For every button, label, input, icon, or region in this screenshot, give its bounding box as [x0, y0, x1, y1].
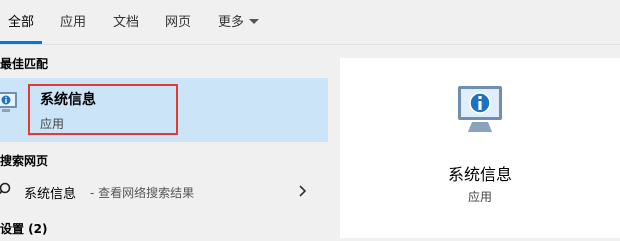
- tab-all[interactable]: 全部: [8, 11, 34, 30]
- section-heading-best-match: 最佳匹配: [0, 57, 49, 71]
- chevron-down-icon: [249, 19, 260, 24]
- detail-pane: 系统信息 应用: [340, 58, 620, 238]
- web-result-description: - 查看网络搜索结果: [90, 186, 195, 200]
- tab-more-label: 更多: [218, 15, 245, 30]
- tab-documents[interactable]: 文档: [113, 11, 139, 30]
- section-heading-web-search: 搜索网页: [0, 154, 49, 168]
- tab-more[interactable]: 更多: [218, 11, 260, 30]
- detail-subtitle: 应用: [467, 190, 492, 204]
- search-tab-bar: 全部 应用 文档 网页 更多: [0, 0, 620, 45]
- best-match-title: 系统信息: [40, 92, 96, 108]
- detail-content: 系统信息 应用: [270, 58, 620, 238]
- detail-title: 系统信息: [447, 165, 512, 184]
- tab-apps[interactable]: 应用: [60, 11, 86, 30]
- best-match-subtitle: 应用: [40, 117, 65, 131]
- tab-web[interactable]: 网页: [165, 11, 191, 30]
- search-icon: [0, 182, 11, 195]
- web-result-title: 系统信息: [24, 187, 77, 202]
- section-heading-settings: 设置 (2): [0, 222, 48, 236]
- system-info-icon: [0, 92, 17, 112]
- system-info-icon: [458, 86, 502, 132]
- active-tab-indicator: [0, 41, 42, 44]
